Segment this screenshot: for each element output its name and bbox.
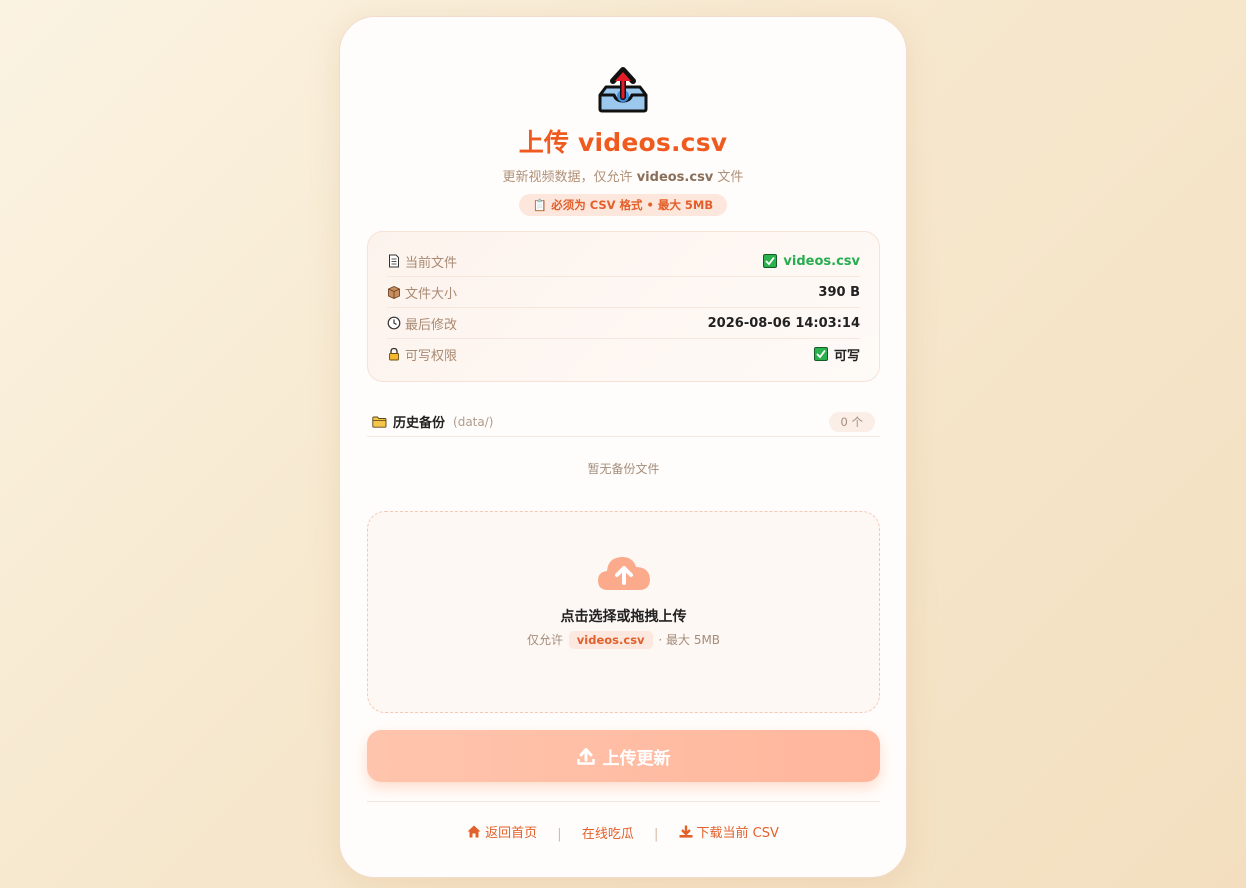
last-modified-value: 2026-08-06 14:03:14	[707, 315, 860, 331]
info-label: 最后修改	[405, 317, 458, 333]
check-icon	[763, 254, 778, 268]
cloud-upload-icon	[597, 556, 650, 590]
upload-card: 上传 videos.csv 更新视频数据，仅允许 videos.csv 文件 📋…	[339, 16, 907, 878]
backup-section-header: 历史备份 (data/) 0 个	[367, 407, 880, 437]
upload-update-button[interactable]: 上传更新	[367, 730, 880, 782]
backup-path: (data/)	[453, 414, 494, 429]
current-file-value: videos.csv	[783, 253, 860, 269]
info-row-write-permission: 可写权限 可写	[387, 339, 860, 369]
write-permission-value: 可写	[833, 348, 860, 364]
hint-filename: videos.csv	[568, 631, 653, 649]
folder-icon	[372, 416, 387, 428]
home-link-label: 返回首页	[485, 826, 538, 841]
gossip-link[interactable]: 在线吃瓜	[582, 823, 634, 842]
footer-separator: |	[557, 827, 562, 842]
box-icon	[388, 286, 400, 299]
document-icon	[389, 254, 399, 268]
info-row-last-modified: 最后修改 2026-08-06 14:03:14	[387, 308, 860, 339]
outbox-upload-icon	[598, 67, 648, 113]
upload-icon	[576, 747, 595, 765]
clock-icon	[387, 316, 401, 330]
header: 上传 videos.csv 更新视频数据，仅允许 videos.csv 文件 📋…	[340, 17, 906, 216]
footer-separator: |	[653, 827, 659, 842]
backup-count-badge: 0 个	[828, 411, 875, 432]
upload-button-label: 上传更新	[602, 748, 671, 769]
page-title: 上传 videos.csv	[518, 128, 728, 157]
check-icon	[813, 347, 828, 361]
info-label: 可写权限	[405, 348, 458, 364]
file-dropzone[interactable]: 点击选择或拖拽上传 仅允许 videos.csv · 最大 5MB	[367, 511, 880, 713]
backup-title: 历史备份	[393, 416, 446, 431]
download-csv-link[interactable]: 下载当前 CSV	[679, 822, 779, 841]
file-info-panel: 当前文件 videos.csv 文件大小 390 B 最后修改 2026-08-…	[367, 231, 880, 382]
footer-links: 返回首页 | 在线吃瓜 | 下载当前 CSV	[340, 822, 906, 842]
info-row-file-size: 文件大小 390 B	[387, 277, 860, 308]
backup-empty-text: 暂无备份文件	[587, 462, 660, 476]
requirement-text: 必须为 CSV 格式 • 最大 5MB	[551, 198, 714, 212]
page-subtitle: 更新视频数据，仅允许 videos.csv 文件	[340, 166, 906, 185]
hint-suffix: · 最大 5MB	[658, 633, 721, 647]
file-size-value: 390 B	[818, 284, 860, 300]
download-link-label: 下载当前 CSV	[696, 826, 779, 841]
subtitle-prefix: 更新视频数据，仅允许	[502, 170, 633, 185]
requirement-pill: 📋 必须为 CSV 格式 • 最大 5MB	[518, 194, 728, 216]
dropzone-title: 点击选择或拖拽上传	[560, 609, 687, 625]
footer-divider	[367, 801, 880, 802]
info-label: 当前文件	[405, 255, 458, 271]
gossip-link-label: 在线吃瓜	[581, 827, 634, 842]
download-icon	[679, 825, 692, 838]
dropzone-hint: 仅允许 videos.csv · 最大 5MB	[368, 631, 879, 649]
subtitle-filename: videos.csv	[636, 170, 714, 185]
clipboard-icon: 📋	[532, 198, 548, 212]
home-link[interactable]: 返回首页	[467, 822, 537, 841]
lock-icon	[389, 347, 399, 361]
info-row-current-file: 当前文件 videos.csv	[387, 246, 860, 277]
subtitle-suffix: 文件	[717, 170, 744, 185]
hint-prefix: 仅允许	[526, 633, 563, 647]
home-icon	[467, 825, 481, 838]
info-label: 文件大小	[405, 286, 458, 302]
